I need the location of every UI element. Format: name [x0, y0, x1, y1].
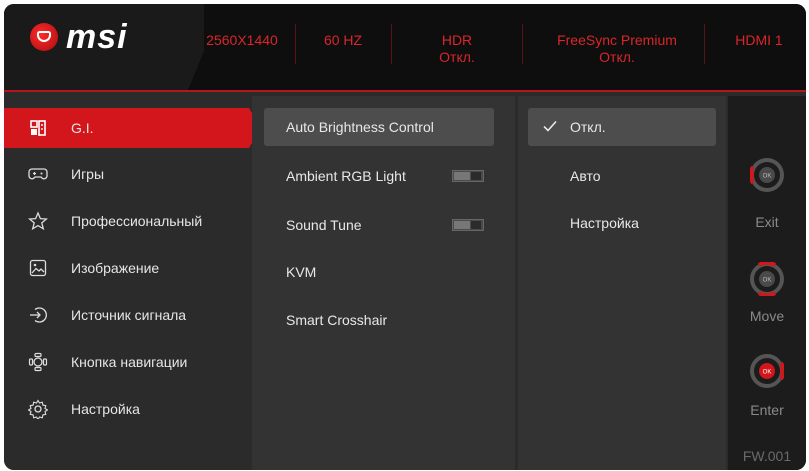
- menu-item-label: Изображение: [71, 260, 160, 276]
- menu-item-settings[interactable]: Настройка: [4, 389, 249, 429]
- spec-divider: [295, 24, 296, 64]
- checkmark-icon: [543, 120, 557, 132]
- spec-input-value: HDMI 1: [735, 32, 783, 48]
- submenu-item-label: Auto Brightness Control: [286, 119, 434, 135]
- spec-freesync-label: FreeSync Premium: [557, 32, 677, 48]
- logo-plate: msi: [4, 4, 204, 90]
- spec-divider: [704, 24, 705, 64]
- brand-name: msi: [66, 18, 128, 56]
- submenu-item-kvm[interactable]: KVM: [264, 253, 494, 291]
- submenu-item-label: Ambient RGB Light: [286, 168, 406, 184]
- submenu-item-label: KVM: [286, 264, 317, 280]
- navi-key-icon: [27, 351, 49, 373]
- input-source-icon: [27, 304, 49, 326]
- spec-refresh: 60 HZ: [298, 32, 388, 49]
- spec-resolution-value: 2560X1440: [206, 32, 278, 48]
- brand-logo: msi: [30, 20, 128, 54]
- svg-text:OK: OK: [763, 370, 772, 376]
- menu-item-professional[interactable]: Профессиональный: [4, 201, 249, 241]
- main-menu: G.I. Игры Профессиональный Изображение И…: [4, 96, 261, 470]
- spec-resolution: 2560X1440: [192, 32, 292, 49]
- option-label: Настройка: [570, 215, 639, 231]
- menu-item-label: Профессиональный: [71, 213, 203, 229]
- spec-strip: 2560X1440 60 HZ HDR Откл. FreeSync Premi…: [192, 4, 806, 90]
- spec-freesync-value: Откл.: [599, 49, 635, 65]
- navigation-guide: OK Exit OK Move OK Enter FW.001: [728, 96, 806, 470]
- spec-hdr-label: HDR: [441, 32, 473, 48]
- svg-text:OK: OK: [763, 174, 772, 180]
- osd-window: msi 2560X1440 60 HZ HDR Откл. FreeSync P…: [4, 4, 806, 470]
- option-label: Откл.: [570, 119, 606, 135]
- menu-item-games[interactable]: Игры: [4, 154, 249, 194]
- sound-tune-toggle[interactable]: [452, 219, 484, 231]
- submenu-item-label: Sound Tune: [286, 217, 362, 233]
- spec-freesync: FreeSync Premium Откл.: [542, 32, 692, 66]
- submenu-item-ambient-rgb[interactable]: Ambient RGB Light: [264, 157, 494, 195]
- menu-item-gi[interactable]: G.I.: [4, 108, 261, 148]
- guide-move-label: Move: [749, 308, 785, 324]
- spec-refresh-value: 60 HZ: [323, 32, 363, 48]
- option-custom[interactable]: Настройка: [528, 204, 716, 242]
- spec-hdr-value: Откл.: [439, 49, 475, 65]
- submenu-item-auto-brightness[interactable]: Auto Brightness Control: [264, 108, 494, 146]
- menu-item-input-source[interactable]: Источник сигнала: [4, 295, 249, 335]
- menu-item-navi-key[interactable]: Кнопка навигации: [4, 342, 249, 382]
- option-auto[interactable]: Авто: [528, 157, 716, 195]
- option-off[interactable]: Откл.: [528, 108, 716, 146]
- spec-divider: [522, 24, 523, 64]
- submenu-item-sound-tune[interactable]: Sound Tune: [264, 206, 494, 244]
- options-panel: Откл. Авто Настройка: [518, 96, 726, 470]
- menu-item-label: Игры: [71, 166, 105, 182]
- menu-item-label: Настройка: [71, 401, 140, 417]
- joystick-move-icon: OK: [750, 262, 784, 296]
- svg-text:OK: OK: [763, 278, 772, 284]
- gamepad-icon: [27, 163, 49, 185]
- image-icon: [27, 257, 49, 279]
- spec-divider: [391, 24, 392, 64]
- option-label: Авто: [570, 168, 601, 184]
- dragon-shield-icon: [30, 23, 58, 51]
- gaming-intelligence-icon: [27, 117, 49, 139]
- spec-hdr: HDR Откл.: [402, 32, 512, 66]
- menu-item-label: Кнопка навигации: [71, 354, 188, 370]
- top-status-bar: msi 2560X1440 60 HZ HDR Откл. FreeSync P…: [4, 4, 806, 92]
- ambient-rgb-toggle[interactable]: [452, 170, 484, 182]
- menu-item-label: G.I.: [71, 120, 94, 136]
- gear-icon: [27, 398, 49, 420]
- menu-item-image[interactable]: Изображение: [4, 248, 249, 288]
- spec-input: HDMI 1: [712, 32, 806, 49]
- guide-enter-label: Enter: [750, 402, 784, 418]
- star-icon: [27, 210, 49, 232]
- submenu-panel: Auto Brightness Control Ambient RGB Ligh…: [252, 96, 515, 470]
- menu-item-label: Источник сигнала: [71, 307, 187, 323]
- submenu-item-label: Smart Crosshair: [286, 312, 388, 328]
- submenu-item-smart-crosshair[interactable]: Smart Crosshair: [264, 301, 494, 339]
- firmware-version: FW.001: [742, 448, 792, 464]
- joystick-exit-icon: OK: [750, 158, 784, 192]
- joystick-enter-icon: OK: [750, 354, 784, 388]
- guide-exit-label: Exit: [755, 214, 779, 230]
